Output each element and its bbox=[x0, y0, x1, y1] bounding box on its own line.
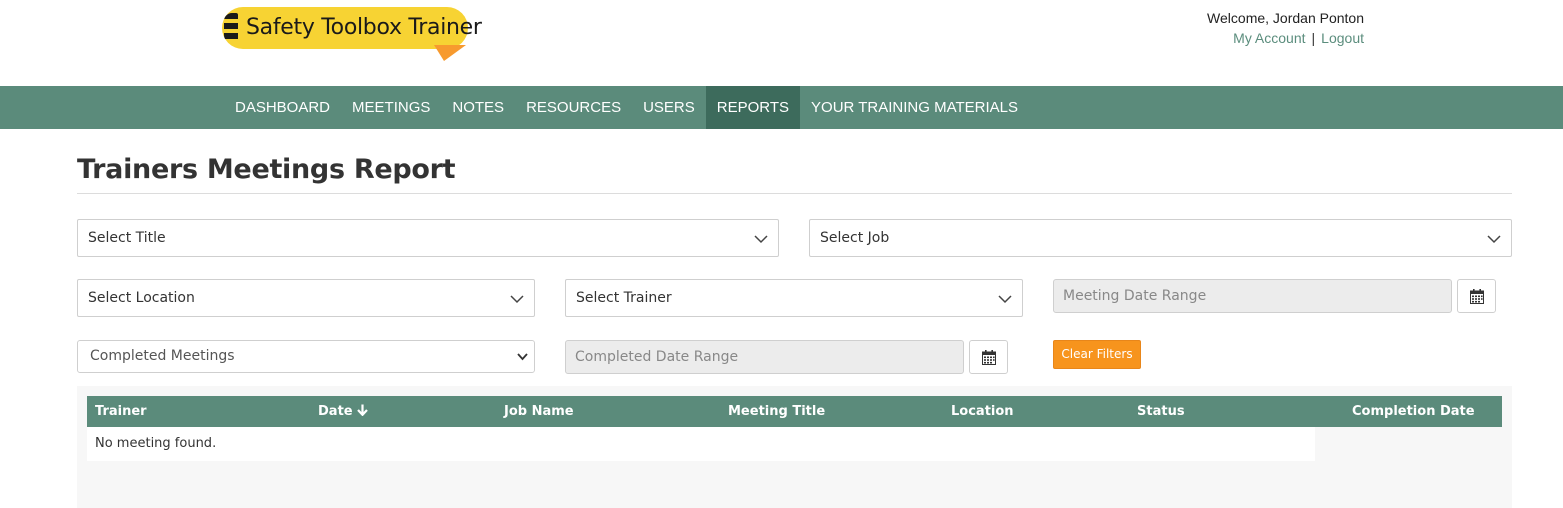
completed-date-calendar-button[interactable] bbox=[969, 340, 1008, 374]
table-empty-row: No meeting found. bbox=[87, 427, 1315, 461]
link-separator: | bbox=[1311, 30, 1316, 46]
chevron-down-icon bbox=[998, 295, 1012, 304]
brand-name: Safety Toolbox Trainer bbox=[246, 15, 482, 40]
completion-status-label: Completed Meetings bbox=[90, 348, 235, 364]
empty-message: No meeting found. bbox=[95, 436, 217, 451]
logout-link[interactable]: Logout bbox=[1321, 30, 1364, 46]
column-header-date-label: Date bbox=[318, 404, 353, 419]
logo-bubble-tail bbox=[434, 45, 466, 61]
column-header-trainer[interactable]: Trainer bbox=[95, 404, 147, 419]
nav-item-users[interactable]: USERS bbox=[632, 86, 706, 129]
page-title: Trainers Meetings Report bbox=[77, 154, 456, 185]
site-header: Safety Toolbox Trainer Welcome, Jordan P… bbox=[0, 0, 1563, 86]
job-select-label: Select Job bbox=[820, 230, 890, 246]
title-divider bbox=[77, 193, 1512, 194]
completion-status-select[interactable]: Completed Meetings bbox=[77, 340, 535, 373]
nav-item-training-materials[interactable]: YOUR TRAINING MATERIALS bbox=[800, 86, 1029, 129]
nav-item-resources[interactable]: RESOURCES bbox=[515, 86, 632, 129]
welcome-text: Welcome, Jordan Ponton bbox=[1207, 10, 1364, 26]
trainer-select[interactable]: Select Trainer bbox=[565, 279, 1023, 317]
chevron-down-icon bbox=[754, 235, 768, 244]
meeting-date-range-input[interactable]: Meeting Date Range bbox=[1053, 279, 1452, 313]
brand-logo[interactable]: Safety Toolbox Trainer bbox=[222, 7, 482, 63]
completed-date-range-input[interactable]: Completed Date Range bbox=[565, 340, 964, 374]
main-nav: DASHBOARD MEETINGS NOTES RESOURCES USERS… bbox=[0, 86, 1563, 129]
column-header-location[interactable]: Location bbox=[951, 404, 1014, 419]
chevron-down-icon bbox=[1487, 235, 1501, 244]
column-header-status[interactable]: Status bbox=[1137, 404, 1185, 419]
meeting-date-range-placeholder: Meeting Date Range bbox=[1063, 288, 1207, 304]
chevron-down-icon bbox=[517, 353, 528, 361]
meeting-date-calendar-button[interactable] bbox=[1457, 279, 1496, 313]
title-select-label: Select Title bbox=[88, 230, 166, 246]
column-header-job-name[interactable]: Job Name bbox=[504, 404, 574, 419]
location-select[interactable]: Select Location bbox=[77, 279, 535, 317]
nav-item-reports[interactable]: REPORTS bbox=[705, 86, 801, 129]
title-select[interactable]: Select Title bbox=[77, 219, 779, 257]
trainer-select-label: Select Trainer bbox=[576, 290, 672, 306]
column-header-completion-date[interactable]: Completion Date bbox=[1352, 404, 1475, 419]
nav-item-meetings[interactable]: MEETINGS bbox=[341, 86, 441, 129]
job-select[interactable]: Select Job bbox=[809, 219, 1512, 257]
completed-date-range-placeholder: Completed Date Range bbox=[575, 349, 739, 365]
my-account-link[interactable]: My Account bbox=[1233, 30, 1305, 46]
calendar-icon bbox=[982, 350, 996, 365]
logo-stripes-icon bbox=[224, 13, 238, 43]
arrow-down-icon bbox=[357, 404, 368, 417]
table-header: Trainer Date Job Name Meeting Title Loca… bbox=[87, 396, 1502, 427]
nav-item-notes[interactable]: NOTES bbox=[441, 86, 515, 129]
column-header-meeting-title[interactable]: Meeting Title bbox=[728, 404, 825, 419]
nav-item-dashboard[interactable]: DASHBOARD bbox=[224, 86, 341, 129]
calendar-icon bbox=[1470, 289, 1484, 304]
chevron-down-icon bbox=[510, 295, 524, 304]
location-select-label: Select Location bbox=[88, 290, 195, 306]
column-header-date[interactable]: Date bbox=[318, 404, 368, 419]
clear-filters-button[interactable]: Clear Filters bbox=[1053, 340, 1141, 369]
nav-items: DASHBOARD MEETINGS NOTES RESOURCES USERS… bbox=[224, 86, 1029, 129]
account-links: My Account | Logout bbox=[1180, 30, 1364, 46]
